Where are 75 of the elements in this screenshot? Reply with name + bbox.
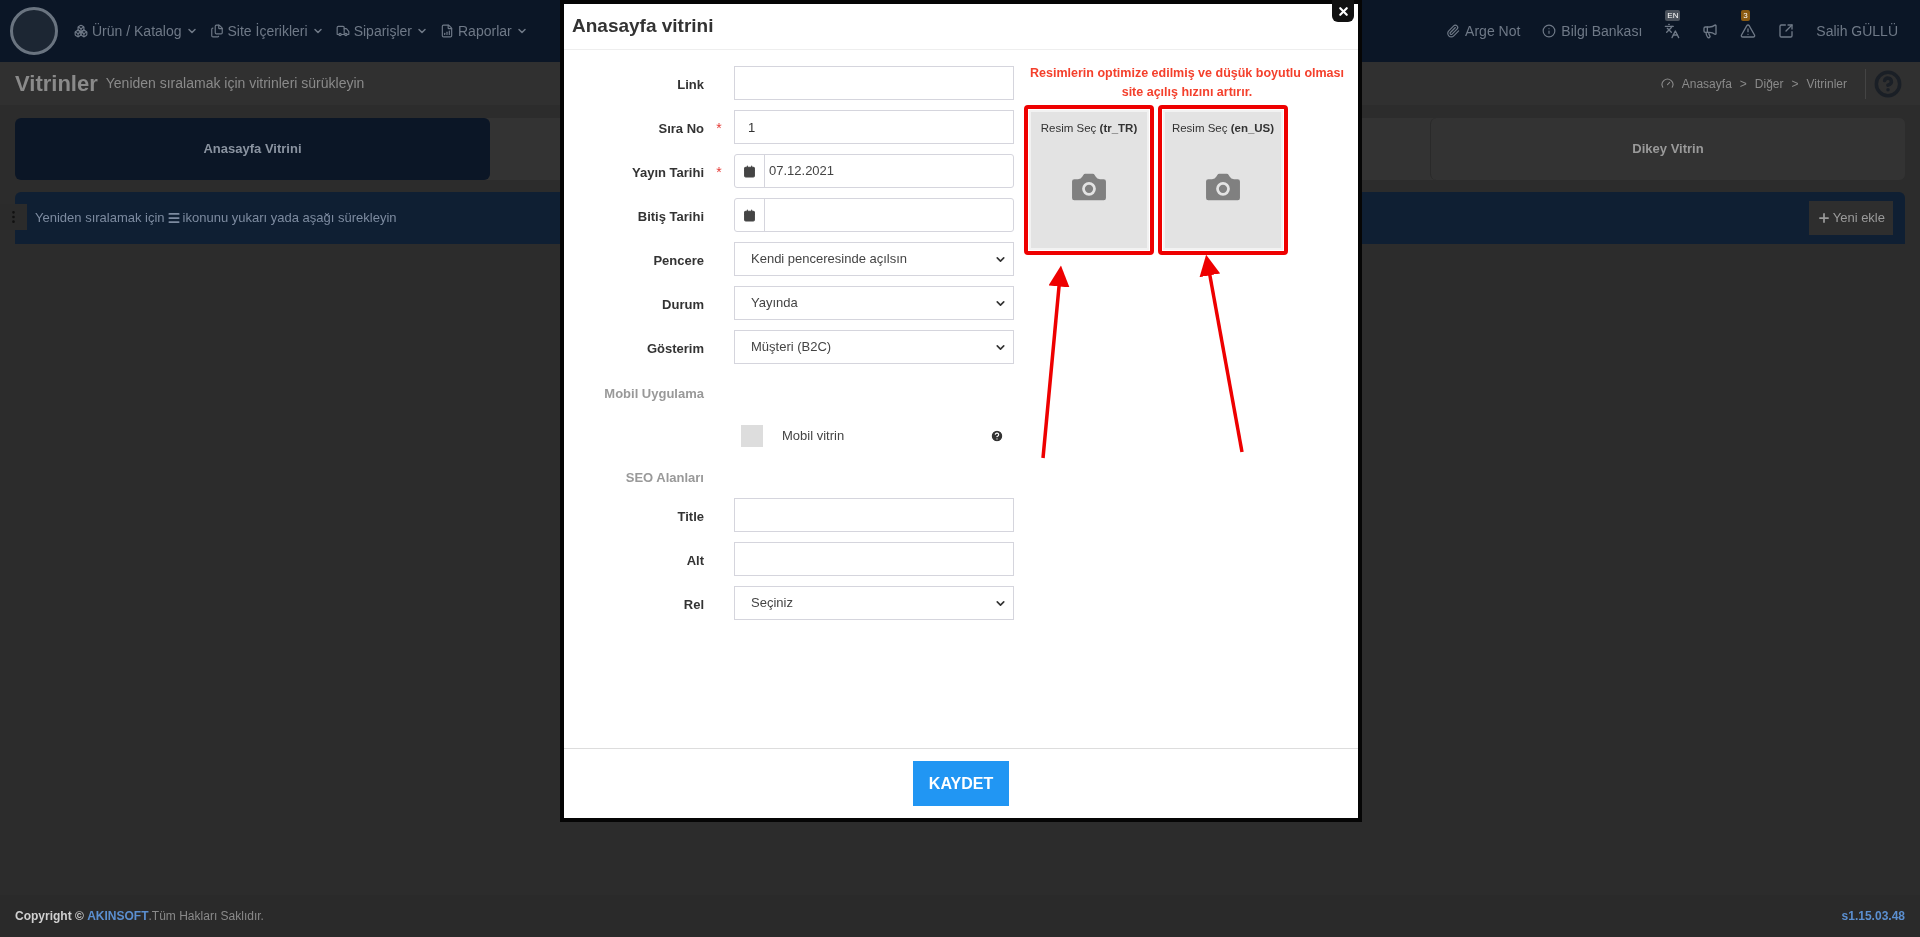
page-subtitle: Yeniden sıralamak için vitrinleri sürükleyin [105, 74, 365, 93]
nav-menu-item[interactable]: Ürün / Katalog [74, 20, 198, 42]
date-field[interactable] [734, 198, 1014, 232]
select-field[interactable]: Kendi penceresinde açılsın [734, 242, 1014, 276]
select-field[interactable]: Yayında [734, 286, 1014, 320]
user-name[interactable]: Salih GÜLLÜ [1816, 20, 1898, 42]
logo-icon [10, 7, 58, 55]
date-value: 07.12.2021 [768, 162, 835, 181]
warning-icon[interactable] [1740, 23, 1757, 39]
save-button[interactable]: KAYDET [913, 761, 1009, 806]
nav-link[interactable]: Bilgi Bankası [1542, 20, 1643, 42]
breadcrumb-link[interactable]: Diğer [1754, 74, 1784, 93]
field-label: Title [676, 508, 704, 526]
tab[interactable]: Anasayfa Vitrini [15, 118, 490, 180]
breadcrumb-link[interactable]: Anasayfa [1681, 74, 1732, 93]
field-label: Yayın Tarihi [631, 164, 704, 182]
plus-icon [1816, 211, 1831, 225]
nav-menu-item[interactable]: Siparişler [335, 20, 428, 42]
brand-link[interactable]: AKINSOFT [87, 909, 149, 923]
files-icon [209, 24, 224, 38]
field-label: Alt [685, 552, 704, 570]
info-text: ikonunu yukarı yada aşağı sürekleyin [182, 209, 397, 228]
modal-title: Anasayfa vitrini [572, 14, 714, 39]
field-label: Rel [682, 596, 704, 614]
version-text: s1.15.03.48 [1841, 908, 1905, 925]
info-icon [1542, 24, 1557, 38]
close-button[interactable] [1332, 0, 1354, 22]
list-icon [166, 211, 181, 225]
external-link-icon[interactable] [1778, 23, 1795, 39]
megaphone-icon[interactable] [1702, 23, 1719, 39]
text-field[interactable] [734, 498, 1014, 532]
image-picker[interactable]: Resim Seç (tr_TR) [1024, 105, 1154, 255]
breadcrumb-separator: > [1739, 75, 1747, 93]
section-label: Mobil Uygulama [603, 385, 704, 404]
notification-badge: 3 [1741, 10, 1750, 21]
text-field[interactable] [734, 542, 1014, 576]
date-field[interactable]: 07.12.2021 [734, 154, 1014, 188]
field-label: Link [676, 76, 704, 94]
copyright-text: Copyright © AKINSOFT.Tüm Hakları Saklıdır. [15, 908, 264, 925]
checkbox[interactable] [741, 425, 763, 447]
nav-menu-item[interactable]: Raporlar [440, 20, 528, 42]
translate-icon[interactable] [1664, 23, 1681, 39]
field-label: Bitiş Tarihi [636, 208, 704, 226]
image-picker-label: Resim Seç (en_US) [1171, 121, 1275, 136]
image-picker[interactable]: Resim Seç (en_US) [1158, 105, 1288, 255]
page-title: Vitrinler [15, 70, 98, 98]
section-label: SEO Alanları [624, 469, 704, 488]
calendar-icon [743, 208, 756, 222]
nav-link[interactable]: Arge Not [1446, 20, 1521, 42]
breadcrumb-link[interactable]: Vitrinler [1806, 74, 1847, 93]
required-mark: * [716, 164, 722, 180]
notification-badge: EN [1665, 10, 1681, 21]
text-field[interactable] [734, 66, 1014, 100]
boxes-icon [74, 24, 88, 38]
report-icon [440, 24, 454, 38]
dashboard-icon [1660, 77, 1674, 90]
required-mark: * [716, 120, 722, 136]
close-icon [1336, 4, 1350, 18]
select-field[interactable]: Müşteri (B2C) [734, 330, 1014, 364]
calendar-icon [743, 164, 756, 178]
info-text: Yeniden sıralamak için [35, 209, 165, 228]
text-field[interactable]: 1 [734, 110, 1014, 144]
select-field[interactable]: Seçiniz [734, 586, 1014, 620]
field-label: Pencere [652, 252, 704, 270]
add-new-button[interactable]: Yeni ekle [1808, 201, 1893, 235]
field-label: Sıra No [657, 120, 704, 138]
field-label: Durum [661, 296, 704, 314]
image-picker-label: Resim Seç (tr_TR) [1040, 121, 1138, 136]
checkbox-label: Mobil vitrin [782, 427, 845, 446]
truck-icon [335, 24, 350, 38]
breadcrumb-separator: > [1791, 75, 1799, 93]
nav-menu-item[interactable]: Site İçerikleri [209, 20, 324, 42]
image-notice: Resimlerin optimize edilmiş ve düşük boyutlu olması site açılış hızını artırır. [1029, 65, 1345, 101]
paperclip-icon [1446, 24, 1461, 38]
field-label: Gösterim [645, 340, 704, 358]
